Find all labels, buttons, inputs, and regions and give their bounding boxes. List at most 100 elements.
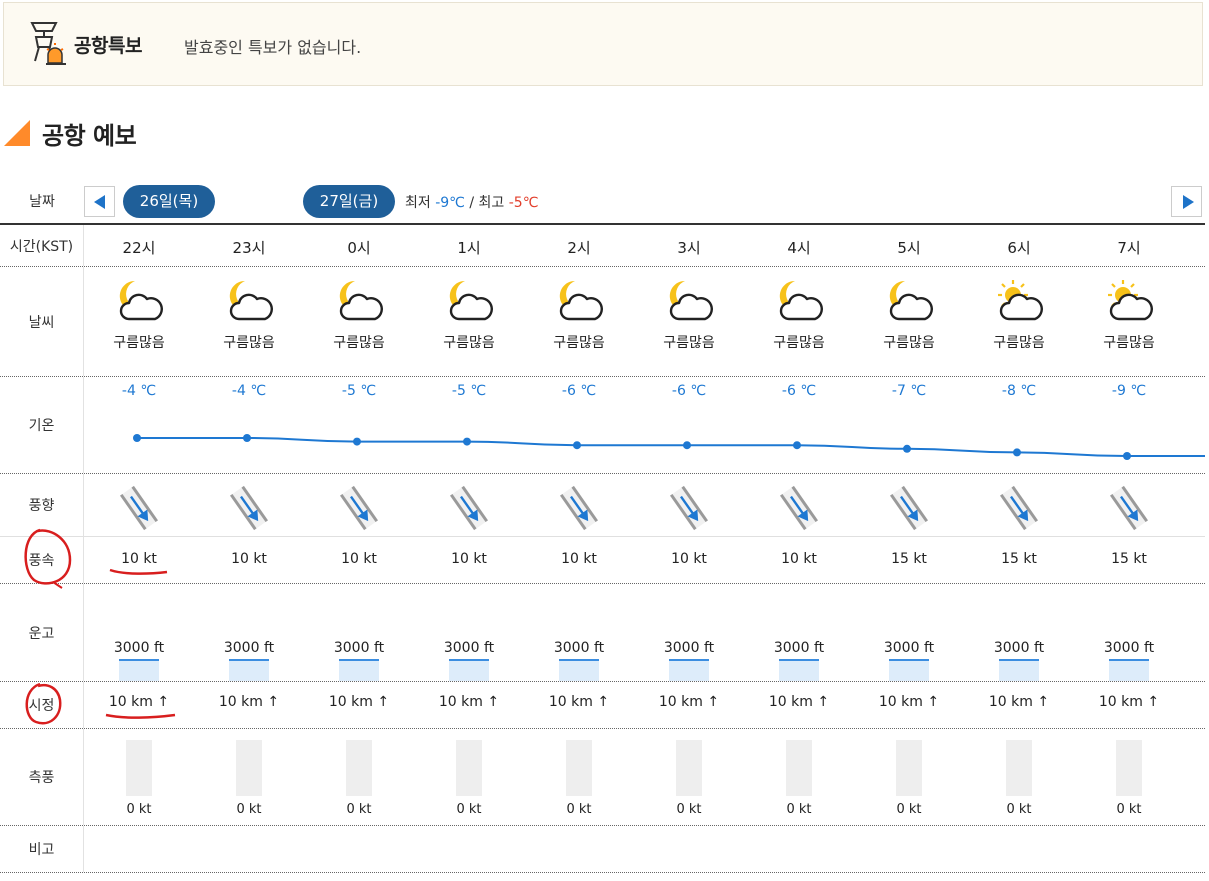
wind-direction-row: 풍향 xyxy=(0,474,1205,537)
crosswind-row-label: 측풍 xyxy=(0,729,84,825)
ceiling-value: 3000 ft xyxy=(663,640,715,656)
time-row-label: 시간(KST) xyxy=(0,225,84,266)
temperature-point xyxy=(243,434,251,442)
date-tab-day2[interactable]: 27일(금) xyxy=(303,185,395,218)
remarks-row-label: 비고 xyxy=(0,826,84,872)
wind-speed-value: 15 kt xyxy=(891,551,927,567)
next-button[interactable] xyxy=(1171,186,1202,217)
warning-title: 공항특보 xyxy=(74,35,142,57)
ceiling-bar xyxy=(229,659,269,681)
crosswind-value: 0 kt xyxy=(786,802,812,817)
weather-text: 구름많음 xyxy=(1103,335,1155,351)
crosswind-bar xyxy=(346,740,372,796)
cloud-sun-icon xyxy=(998,280,1043,321)
min-temp-value: -9℃ xyxy=(435,195,465,211)
weather-text: 구름많음 xyxy=(663,335,715,351)
temperature-point xyxy=(573,441,581,450)
weather-text: 구름많음 xyxy=(883,335,935,351)
crosswind-bar xyxy=(1006,740,1032,796)
crosswind-value: 0 kt xyxy=(456,802,482,817)
ceiling-bar xyxy=(449,659,489,681)
crosswind-row: 측풍 0 kt 0 kt 0 kt 0 kt 0 kt 0 kt 0 kt 0 kt 0 kt 0… xyxy=(0,729,1205,826)
ceiling-value: 3000 ft xyxy=(333,640,385,656)
date-tab-day1[interactable]: 26일(목) xyxy=(123,185,215,218)
cloud-moon-icon xyxy=(889,280,933,321)
visibility-value: 10 km ↑ xyxy=(328,694,390,710)
hour-label: 1시 xyxy=(457,239,481,257)
wind-speed-value: 10 kt xyxy=(341,551,377,567)
weather-text: 구름많음 xyxy=(443,335,495,351)
wind-speed-value: 10 kt xyxy=(121,551,157,567)
wind-direction-arrow-icon xyxy=(229,485,269,531)
crosswind-bar xyxy=(896,740,922,796)
wind-direction-arrow-icon xyxy=(449,485,489,531)
wind-direction-arrow-icon xyxy=(779,485,819,531)
ceiling-value: 3000 ft xyxy=(773,640,825,656)
wind-speed-value: 10 kt xyxy=(231,551,267,567)
cloud-moon-icon xyxy=(119,280,163,321)
temperature-value: -5 ℃ xyxy=(341,383,377,399)
warning-message: 발효중인 특보가 없습니다. xyxy=(184,38,362,57)
min-max-temp: 최저 -9℃ / 최고 -5℃ xyxy=(405,192,538,212)
wind-direction-arrow-icon xyxy=(559,485,599,531)
temperature-point xyxy=(353,437,361,446)
crosswind-value: 0 kt xyxy=(1006,802,1032,817)
hour-label: 22시 xyxy=(122,239,156,257)
cloud-sun-icon xyxy=(1108,280,1153,321)
cloud-moon-icon xyxy=(339,280,383,321)
crosswind-bar xyxy=(676,740,702,796)
weather-text: 구름많음 xyxy=(333,335,385,351)
ceiling-value: 3000 ft xyxy=(1103,640,1155,656)
ceiling-row: 운고 3000 ft 3000 ft 3000 ft 3000 ft 3000 ft 30… xyxy=(0,584,1205,682)
ceiling-value: 3000 ft xyxy=(993,640,1045,656)
weather-text: 구름많음 xyxy=(773,335,825,351)
wind-speed-value: 15 kt xyxy=(1001,551,1037,567)
wind-direction-row-label: 풍향 xyxy=(0,474,84,536)
visibility-value: 10 km ↑ xyxy=(988,694,1050,710)
hour-label: 3시 xyxy=(677,239,701,257)
weather-row: 날씨 구름많음 구름많음 구름많음 구름많음 구름많음 구름많음 구름많음 구름많음 구름많음 구… xyxy=(0,267,1205,377)
ceiling-value: 3000 ft xyxy=(883,640,935,656)
wind-direction-arrow-icon xyxy=(889,485,929,531)
weather-row-label: 날씨 xyxy=(0,267,84,376)
ceiling-value: 3000 ft xyxy=(443,640,495,656)
min-temp-label: 최저 xyxy=(405,195,431,211)
ceiling-value: 3000 ft xyxy=(553,640,605,656)
temperature-value: -5 ℃ xyxy=(451,383,487,399)
hour-label: 5시 xyxy=(897,239,921,257)
wind-direction-arrow-icon xyxy=(1109,485,1149,531)
temperature-point xyxy=(1013,448,1021,457)
visibility-value: 10 km ↑ xyxy=(1098,694,1160,710)
visibility-value: 10 km ↑ xyxy=(218,694,280,710)
ceiling-bar xyxy=(779,659,819,681)
crosswind-value: 0 kt xyxy=(236,802,262,817)
crosswind-bar xyxy=(786,740,812,796)
remarks-row: 비고 xyxy=(0,826,1205,873)
cloud-moon-icon xyxy=(669,280,713,321)
visibility-value: 10 km ↑ xyxy=(658,694,720,710)
wind-speed-value: 10 kt xyxy=(671,551,707,567)
crosswind-bar xyxy=(236,740,262,796)
visibility-value: 10 km ↑ xyxy=(878,694,940,710)
ceiling-row-label: 운고 xyxy=(0,584,84,681)
hour-label: 23시 xyxy=(232,239,266,257)
prev-button[interactable] xyxy=(84,186,115,217)
hour-label: 7시 xyxy=(1117,239,1141,257)
left-arrow-icon xyxy=(94,195,105,209)
temperature-value: -4 ℃ xyxy=(121,383,157,399)
crosswind-bar xyxy=(126,740,152,796)
hour-label: 6시 xyxy=(1007,239,1031,257)
temperature-row-label: 기온 xyxy=(0,377,84,473)
ceiling-bar xyxy=(559,659,599,681)
wind-speed-row-label: 풍속 xyxy=(0,537,84,583)
ceiling-value: 3000 ft xyxy=(113,640,165,656)
hour-label: 4시 xyxy=(787,239,811,257)
max-temp-value: -5℃ xyxy=(508,195,539,211)
wind-speed-value: 15 kt xyxy=(1111,551,1147,567)
crosswind-value: 0 kt xyxy=(896,802,922,817)
temperature-row: 기온 -4 ℃ -4 ℃ -5 ℃ -5 ℃ -6 ℃ -6 ℃ -6 ℃ -7 ℃ -8 ℃ -… xyxy=(0,377,1205,474)
date-label: 날짜 xyxy=(29,194,55,210)
wind-direction-arrow-icon xyxy=(999,485,1039,531)
crosswind-value: 0 kt xyxy=(1116,802,1142,817)
crosswind-bar xyxy=(1116,740,1142,796)
